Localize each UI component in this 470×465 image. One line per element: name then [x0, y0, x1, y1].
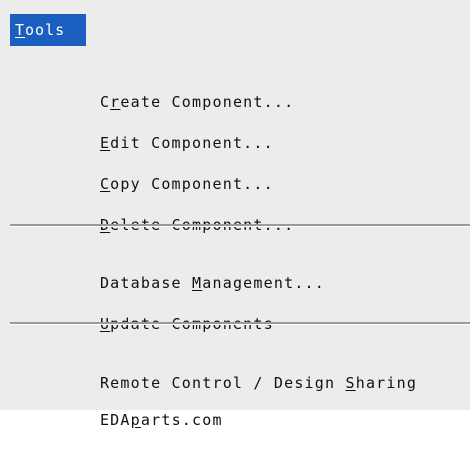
tools-menu: Tools Create Component... Edit Component… [0, 0, 470, 429]
menu-separator [10, 322, 470, 325]
mnemonic: S [345, 374, 356, 392]
menu-item-database-management[interactable]: Database Management... [59, 238, 325, 292]
menu-item-edit-component[interactable]: Edit Component... [59, 98, 274, 152]
mnemonic: p [130, 411, 141, 429]
menu-item-update-components[interactable]: Update Components [59, 279, 274, 333]
menu-separator [10, 224, 470, 227]
menu-item-create-component[interactable]: Create Component... [59, 57, 294, 111]
tools-title-mnemonic: T [15, 21, 26, 39]
menu-item-edaparts-com[interactable]: EDAparts.com [59, 375, 223, 429]
tools-title-rest: ools [25, 21, 66, 39]
menu-item-copy-component[interactable]: Copy Component... [59, 139, 274, 193]
menu-item-delete-component[interactable]: Delete Component... [59, 180, 294, 234]
menu-item-remote-control-design-sharing[interactable]: Remote Control / Design Sharing [59, 338, 417, 392]
tools-menu-title[interactable]: Tools [10, 14, 86, 46]
